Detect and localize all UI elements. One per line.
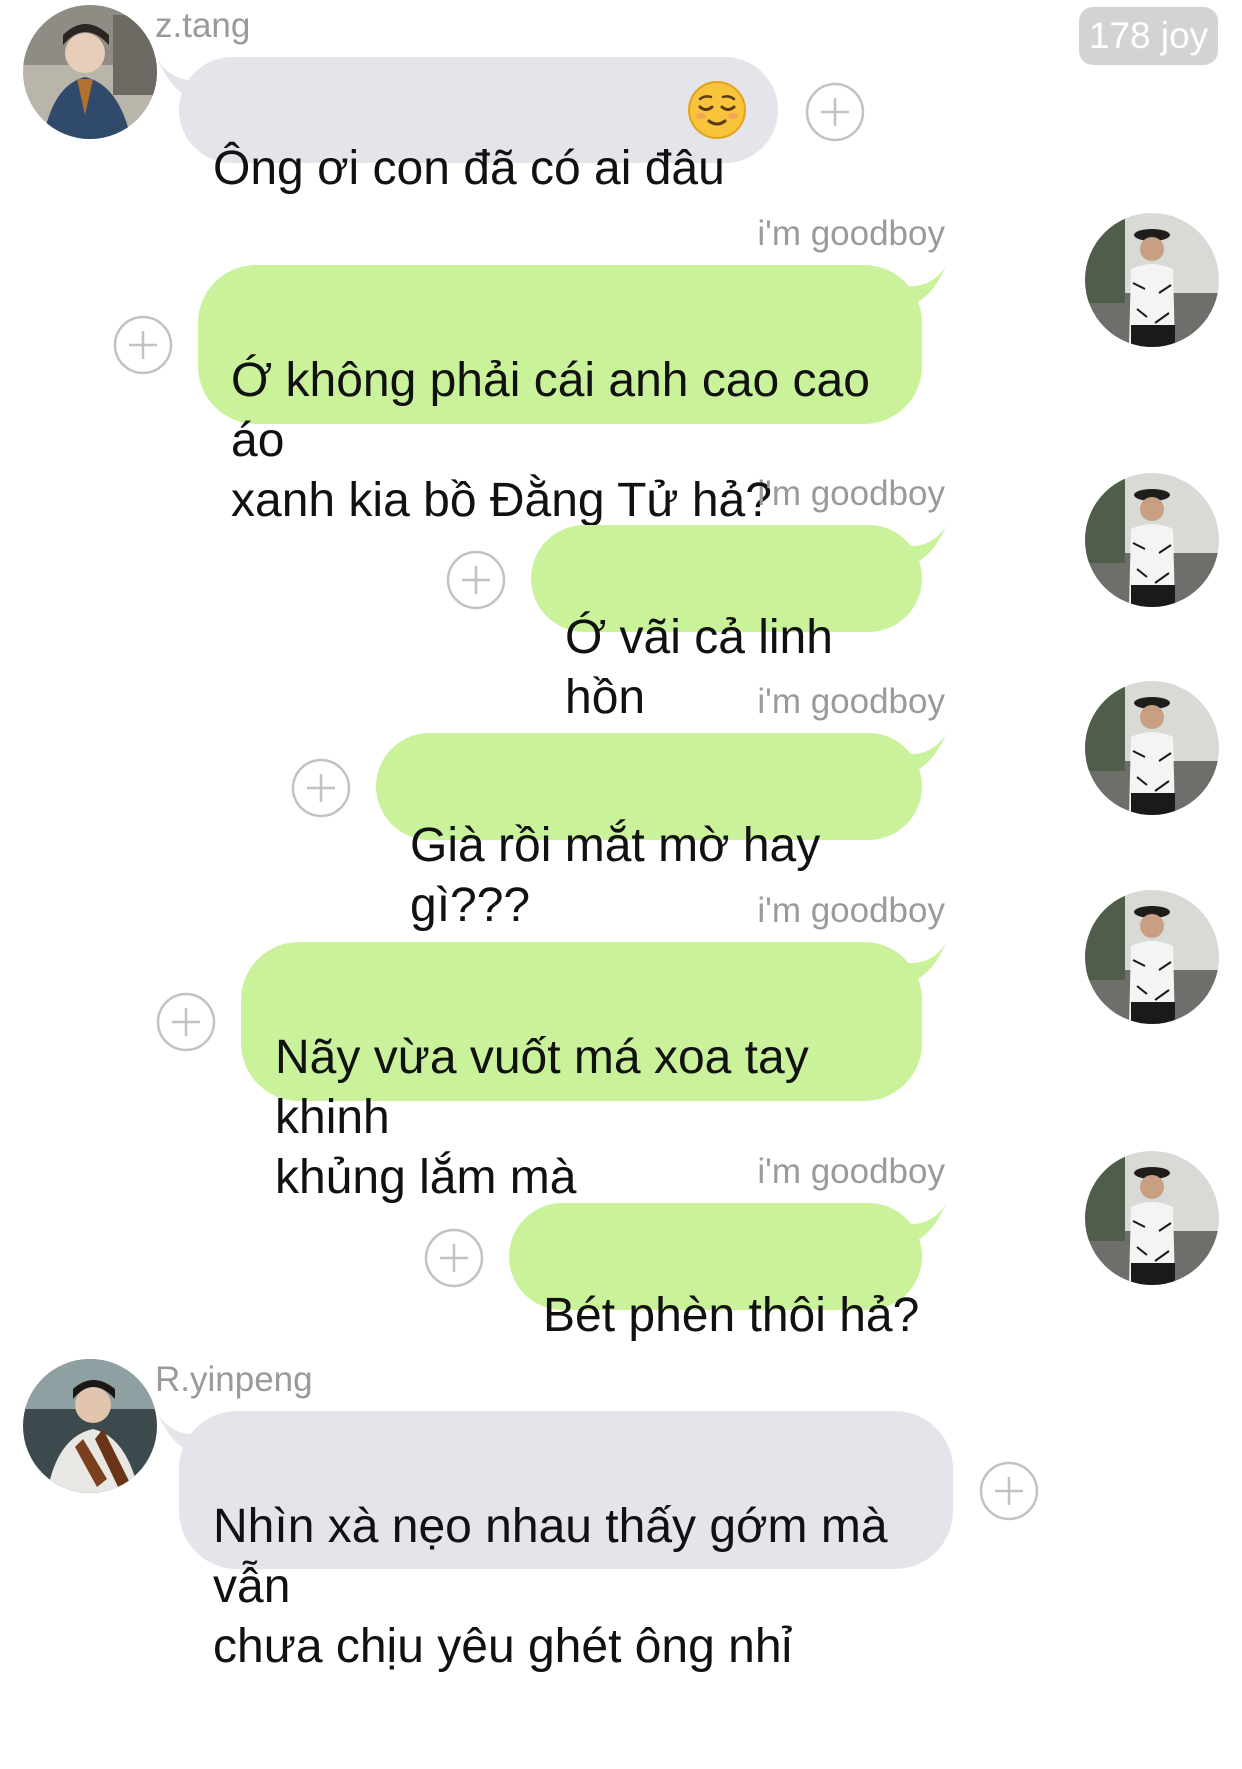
add-reaction-icon[interactable] bbox=[804, 81, 866, 143]
message-text: Nãy vừa vuốt má xoa tay khinh khủng lắm … bbox=[275, 1031, 809, 1204]
sender-name: i'm goodboy bbox=[757, 214, 945, 253]
relieved-face-icon bbox=[686, 79, 748, 141]
message-bubble[interactable]: Bét phèn thôi hả? bbox=[509, 1203, 922, 1342]
message-bubble[interactable]: Ớ không phải cái anh cao cao áo xanh kia… bbox=[198, 265, 922, 527]
add-reaction-icon[interactable] bbox=[112, 314, 174, 376]
avatar[interactable] bbox=[1085, 1151, 1219, 1285]
sender-name: i'm goodboy bbox=[757, 474, 945, 513]
message-text: Ông ơi con đã có ai đâu bbox=[213, 142, 725, 195]
sender-name: R.yinpeng bbox=[155, 1360, 313, 1399]
avatar[interactable] bbox=[1085, 213, 1219, 347]
avatar[interactable] bbox=[1085, 681, 1219, 815]
message-text: Nhìn xà nẹo nhau thấy gớm mà vẫn chưa ch… bbox=[213, 1500, 888, 1673]
message-bubble[interactable]: Nãy vừa vuốt má xoa tay khinh khủng lắm … bbox=[241, 942, 922, 1204]
avatar[interactable] bbox=[23, 5, 157, 139]
message-text: Bét phèn thôi hả? bbox=[543, 1289, 920, 1342]
message-bubble[interactable]: Già rồi mắt mờ hay gì??? bbox=[376, 733, 922, 932]
message-bubble[interactable]: Ớ vãi cả linh hồn bbox=[531, 525, 922, 724]
add-reaction-icon[interactable] bbox=[423, 1227, 485, 1289]
add-reaction-icon[interactable] bbox=[445, 549, 507, 611]
avatar[interactable] bbox=[23, 1359, 157, 1493]
message-bubble[interactable]: Nhìn xà nẹo nhau thấy gớm mà vẫn chưa ch… bbox=[179, 1411, 953, 1673]
add-reaction-icon[interactable] bbox=[155, 991, 217, 1053]
sender-name: i'm goodboy bbox=[757, 1152, 945, 1191]
sender-name: z.tang bbox=[155, 6, 251, 45]
sender-name: i'm goodboy bbox=[757, 891, 945, 930]
sender-name: i'm goodboy bbox=[757, 682, 945, 721]
add-reaction-icon[interactable] bbox=[290, 757, 352, 819]
avatar[interactable] bbox=[1085, 890, 1219, 1024]
add-reaction-icon[interactable] bbox=[978, 1460, 1040, 1522]
joy-count-badge[interactable]: 178 joy bbox=[1079, 7, 1218, 65]
avatar[interactable] bbox=[1085, 473, 1219, 607]
